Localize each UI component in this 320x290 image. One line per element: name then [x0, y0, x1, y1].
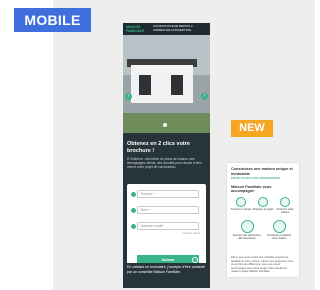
mobile-screenshot: MAISON FAMILIALE CONSTRUCTEUR DEPUIS 2 A…: [123, 23, 210, 288]
step-admin: Envoyer des démarches administratives: [232, 220, 262, 240]
step-label: Financez votre maison: [276, 208, 294, 215]
user-icon: [131, 192, 136, 197]
plan-icon: [258, 197, 268, 207]
required-note: Champs requis: [182, 232, 200, 235]
money-icon: [280, 197, 290, 207]
house-window: [171, 75, 183, 95]
card-subtitle: POUR TOUTE VOS CONVENANCE: [231, 176, 280, 180]
step-terrain: Trouvez un terrain: [230, 197, 252, 211]
last-name-field[interactable]: Nom *: [137, 206, 199, 214]
document-icon: [240, 220, 254, 233]
house-icon: [272, 220, 286, 233]
header-text: CONSTRUCTEUR DEPUIS 2 ANNÉES DE CONCEPTI…: [153, 24, 193, 32]
card-body-text: Parce que vous voulez une véritable expé…: [231, 256, 293, 274]
carousel-dot[interactable]: [163, 123, 167, 127]
step-project: Préparez le projet: [252, 197, 274, 211]
brand-logo[interactable]: MAISON FAMILIALE: [126, 25, 144, 33]
step-label: Trouvez un terrain: [230, 208, 252, 211]
intro-text: À l'intérieur : des idées de plans de ma…: [127, 157, 202, 170]
step-build: Construire et garantir votre maison: [264, 220, 294, 240]
consent-text: En validant ce formulaire, j'accepte d'ê…: [127, 265, 205, 274]
land-icon: [236, 197, 246, 207]
step-label: Construire et garantir votre maison: [266, 234, 292, 241]
email-icon: [131, 224, 136, 229]
new-label: NEW: [231, 120, 273, 137]
step-label: Préparez le projet: [252, 208, 274, 211]
email-field[interactable]: Adresse e-mail*: [137, 222, 199, 230]
new-section-card: Construisez une maison unique et modulab…: [227, 163, 299, 277]
carousel-next-icon[interactable]: ›: [201, 93, 208, 100]
mobile-label: MOBILE: [14, 8, 91, 32]
step-finance: Financez votre maison: [274, 197, 296, 214]
user-icon: [131, 208, 136, 213]
house-window: [139, 75, 151, 95]
card-heading: Maison Familiale vous accompagne: [231, 185, 272, 194]
first-name-field[interactable]: Prénom *: [137, 190, 199, 198]
carousel-prev-icon[interactable]: ‹: [125, 93, 132, 100]
card-title: Construisez une maison unique et modulab…: [231, 167, 293, 176]
step-label: Envoyer des démarches administratives: [233, 234, 261, 241]
phone-header: MAISON FAMILIALE CONSTRUCTEUR DEPUIS 2 A…: [123, 23, 210, 35]
page-title: Obtenez en 2 clics votre brochure !: [127, 141, 190, 154]
hero-image: [123, 35, 210, 133]
